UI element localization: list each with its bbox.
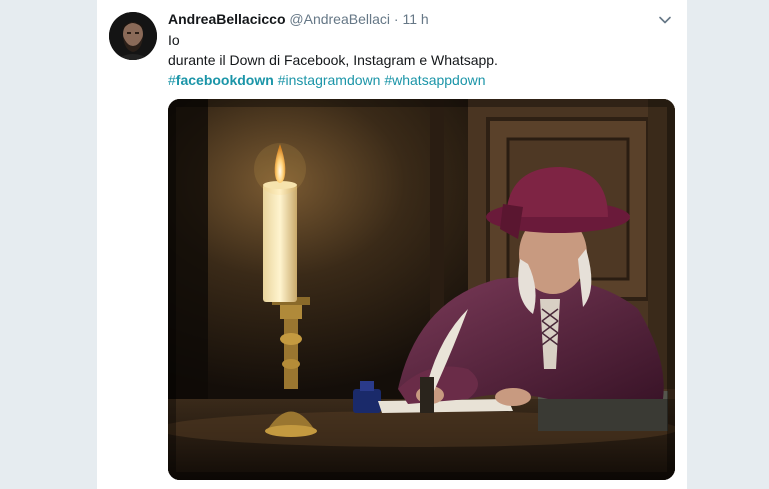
tweet[interactable]: AndreaBellacicco @AndreaBellaci · 11 h I… [97, 0, 687, 489]
timestamp[interactable]: 11 h [402, 11, 428, 27]
username[interactable]: @AndreaBellaci [289, 11, 390, 27]
hashtag-facebookdown[interactable]: #facebookdown [168, 72, 274, 88]
tweet-header: AndreaBellacicco @AndreaBellaci · 11 h [168, 10, 429, 28]
separator: · [393, 11, 399, 27]
photo-scene [168, 99, 675, 480]
tweet-text: Io durante il Down di Facebook, Instagra… [168, 30, 668, 90]
tweet-line-1: Io [168, 32, 180, 48]
tweet-photo[interactable] [168, 99, 675, 480]
avatar[interactable] [109, 12, 157, 60]
avatar-image [109, 12, 157, 60]
hashtag-instagramdown[interactable]: #instagramdown [278, 72, 381, 88]
tweet-line-2: durante il Down di Facebook, Instagram e… [168, 52, 498, 68]
fullname[interactable]: AndreaBellacicco [168, 11, 286, 27]
chevron-down-icon[interactable] [657, 12, 673, 28]
timeline: AndreaBellacicco @AndreaBellaci · 11 h I… [97, 0, 687, 489]
hashtag-list: #facebookdown #instagramdown #whatsappdo… [168, 70, 668, 90]
hashtag-whatsappdown[interactable]: #whatsappdown [384, 72, 485, 88]
